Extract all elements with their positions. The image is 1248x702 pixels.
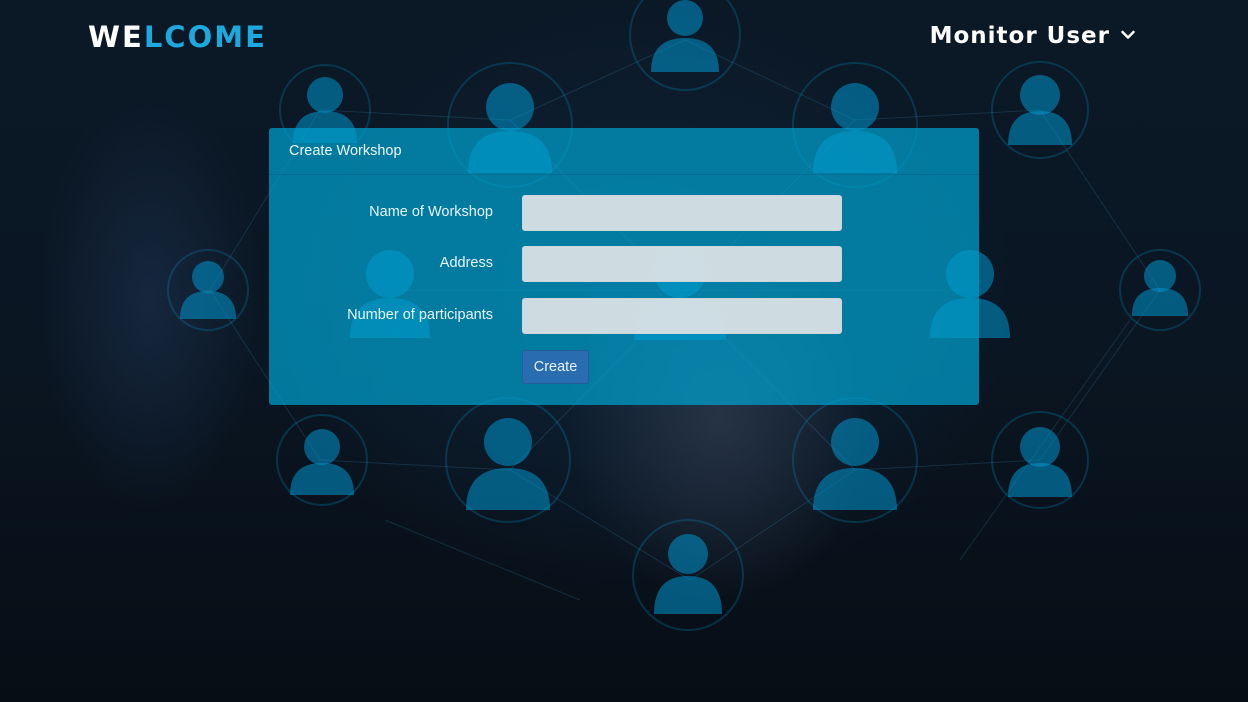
number-of-participants-row: Number of participants [269,298,979,334]
number-of-participants-label: Number of participants [347,307,493,323]
address-row: Address [269,246,979,282]
chevron-down-icon [1120,23,1136,49]
logo-text-accent: LCOME [143,20,267,54]
user-menu-dropdown[interactable]: Monitor User [930,23,1136,49]
user-menu-label: Monitor User [929,23,1110,49]
address-label: Address [439,255,493,271]
address-input[interactable] [522,246,842,282]
top-navbar: WELCOME Monitor User [0,0,1248,76]
number-of-participants-input[interactable] [522,298,842,334]
create-button[interactable]: Create [522,350,589,384]
name-of-workshop-input[interactable] [522,195,842,231]
name-of-workshop-label: Name of Workshop [369,204,493,220]
name-of-workshop-row: Name of Workshop [269,195,979,231]
logo-text-white: WE [88,20,144,54]
create-workshop-panel: Create Workshop Name of Workshop Address… [269,128,979,405]
panel-title: Create Workshop [269,128,979,175]
welcome-logo[interactable]: WELCOME [88,20,267,54]
